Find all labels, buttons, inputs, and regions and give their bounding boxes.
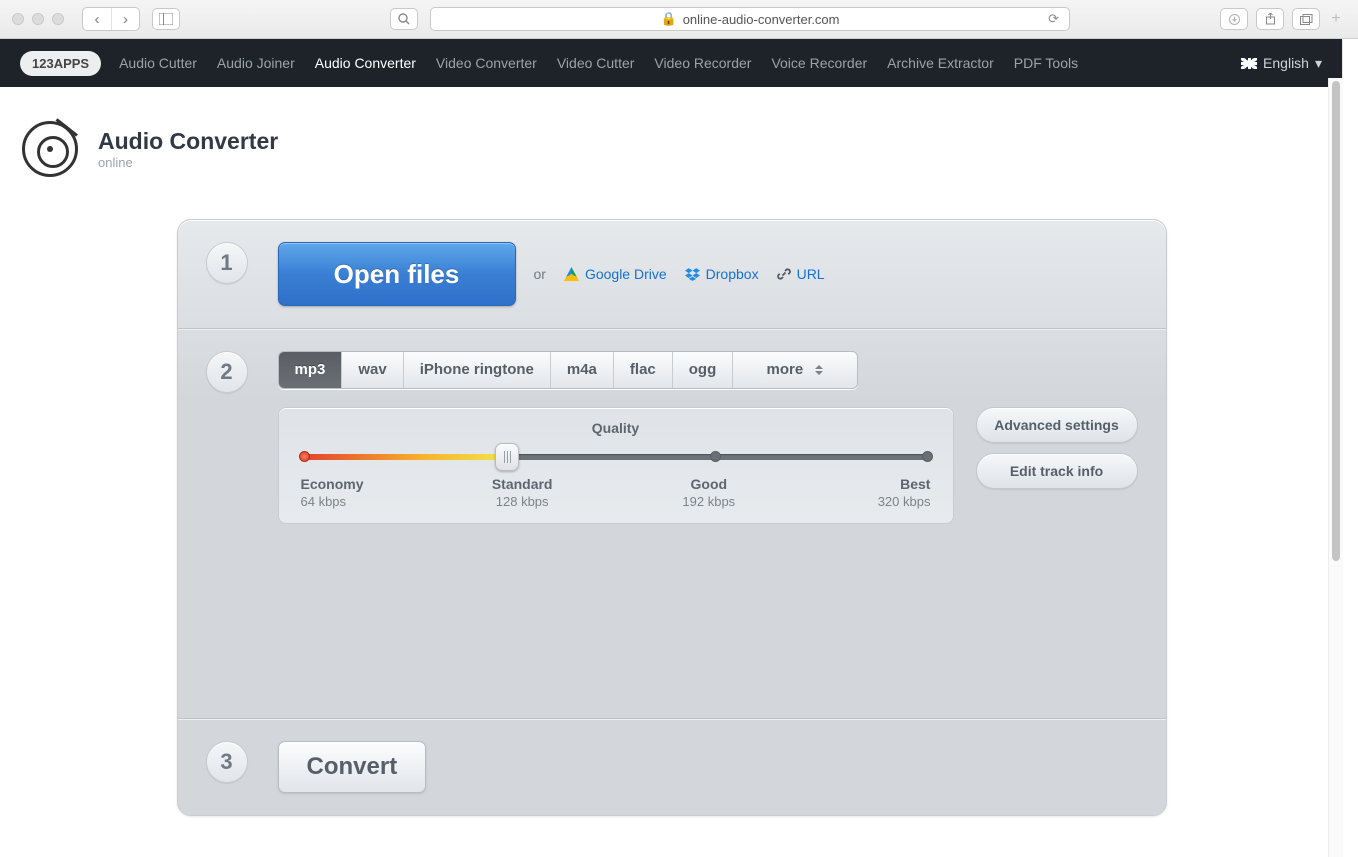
- format-mp3[interactable]: mp3: [279, 352, 342, 388]
- share-icon: [1265, 13, 1276, 25]
- share-button[interactable]: [1256, 8, 1284, 30]
- url-label: URL: [797, 266, 825, 282]
- tick-standard: Standard128 kbps: [487, 476, 557, 509]
- forward-button[interactable]: ›: [111, 8, 139, 30]
- format-ogg[interactable]: ogg: [672, 352, 733, 388]
- menu-pdf-tools[interactable]: PDF Tools: [1014, 55, 1078, 71]
- scrollbar-thumb[interactable]: [1332, 81, 1340, 561]
- main-menu: Audio Cutter Audio Joiner Audio Converte…: [119, 55, 1078, 71]
- slider-fill: [301, 454, 509, 460]
- address-bar[interactable]: 🔒 online-audio-converter.com ⟳: [430, 7, 1070, 31]
- step-2-badge: 2: [206, 351, 248, 393]
- nav-arrows: ‹ ›: [82, 7, 140, 31]
- close-window[interactable]: [12, 13, 24, 25]
- convert-button[interactable]: Convert: [278, 741, 427, 793]
- page-title: Audio Converter: [98, 128, 278, 155]
- quality-panel: Quality Economy64 kbps Standard128 kbps: [278, 407, 954, 524]
- slider-stop-4: [922, 451, 933, 462]
- slider-thumb[interactable]: [495, 443, 519, 471]
- tabs-button[interactable]: [1292, 8, 1320, 30]
- window-controls: [12, 13, 64, 25]
- menu-voice-recorder[interactable]: Voice Recorder: [771, 55, 867, 71]
- back-button[interactable]: ‹: [83, 8, 111, 30]
- reload-icon[interactable]: ⟳: [1048, 11, 1059, 27]
- search-icon: [398, 13, 410, 25]
- menu-audio-cutter[interactable]: Audio Cutter: [119, 55, 197, 71]
- slider-stop-3: [710, 451, 721, 462]
- slider-stop-1: [299, 451, 310, 462]
- vertical-scrollbar[interactable]: [1328, 78, 1343, 857]
- sidebar-toggle[interactable]: [152, 8, 180, 30]
- tick-good: Good192 kbps: [674, 476, 744, 509]
- brand-pill[interactable]: 123APPS: [20, 51, 101, 76]
- format-more[interactable]: more: [732, 352, 856, 388]
- address-text: online-audio-converter.com: [683, 12, 840, 27]
- lock-icon: 🔒: [661, 11, 677, 27]
- chevron-down-icon: ▾: [1315, 55, 1322, 72]
- disc-logo-icon: [22, 121, 78, 177]
- quality-ticks: Economy64 kbps Standard128 kbps Good192 …: [301, 476, 931, 509]
- browser-right-buttons: [1220, 8, 1320, 30]
- link-icon: [777, 267, 791, 281]
- converter-card: 1 Open files or Google Drive Dropbox URL…: [177, 219, 1167, 816]
- sidebar-icon: [159, 13, 173, 25]
- tabs-icon: [1300, 14, 1313, 25]
- site-header: 123APPS Audio Cutter Audio Joiner Audio …: [0, 39, 1343, 87]
- page-subtitle: online: [98, 155, 278, 170]
- step-2: 2 mp3 wav iPhone ringtone m4a flac ogg m…: [178, 328, 1166, 718]
- or-label: or: [534, 266, 546, 282]
- google-drive-label: Google Drive: [585, 266, 667, 282]
- advanced-settings-button[interactable]: Advanced settings: [976, 407, 1138, 443]
- language-label: English: [1263, 55, 1309, 71]
- browser-chrome: ‹ › 🔒 online-audio-converter.com ⟳ +: [0, 0, 1358, 39]
- format-more-label: more: [767, 352, 804, 388]
- open-files-button[interactable]: Open files: [278, 242, 516, 306]
- format-m4a[interactable]: m4a: [550, 352, 613, 388]
- menu-audio-joiner[interactable]: Audio Joiner: [217, 55, 295, 71]
- google-drive-icon: [564, 267, 579, 281]
- quality-slider[interactable]: [301, 446, 931, 466]
- zoom-window[interactable]: [52, 13, 64, 25]
- quality-title: Quality: [301, 420, 931, 436]
- menu-video-recorder[interactable]: Video Recorder: [654, 55, 751, 71]
- menu-archive-extractor[interactable]: Archive Extractor: [887, 55, 994, 71]
- google-drive-link[interactable]: Google Drive: [564, 266, 667, 282]
- tick-economy: Economy64 kbps: [301, 476, 371, 509]
- downloads-button[interactable]: [1220, 8, 1248, 30]
- menu-audio-converter[interactable]: Audio Converter: [315, 55, 416, 71]
- format-tabs: mp3 wav iPhone ringtone m4a flac ogg mor…: [278, 351, 858, 389]
- dropbox-label: Dropbox: [706, 266, 759, 282]
- menu-video-cutter[interactable]: Video Cutter: [557, 55, 635, 71]
- edit-track-info-button[interactable]: Edit track info: [976, 453, 1138, 489]
- page-title-block: Audio Converter online: [0, 87, 1343, 177]
- sort-icon: [815, 365, 823, 375]
- menu-video-converter[interactable]: Video Converter: [436, 55, 537, 71]
- flag-icon: [1241, 58, 1257, 69]
- dropbox-link[interactable]: Dropbox: [685, 266, 759, 282]
- new-tab-button[interactable]: +: [1326, 7, 1346, 31]
- format-flac[interactable]: flac: [613, 352, 672, 388]
- minimize-window[interactable]: [32, 13, 44, 25]
- step-3-badge: 3: [206, 741, 248, 783]
- language-selector[interactable]: English ▾: [1241, 55, 1322, 72]
- url-link[interactable]: URL: [777, 266, 825, 282]
- step-3: 3 Convert: [178, 718, 1166, 815]
- format-iphone-ringtone[interactable]: iPhone ringtone: [403, 352, 550, 388]
- step-1: 1 Open files or Google Drive Dropbox URL: [178, 220, 1166, 328]
- dropbox-icon: [685, 268, 700, 281]
- format-wav[interactable]: wav: [341, 352, 402, 388]
- tick-best: Best320 kbps: [860, 476, 930, 509]
- search-button[interactable]: [390, 8, 418, 30]
- step-1-badge: 1: [206, 242, 248, 284]
- download-icon: [1229, 14, 1240, 25]
